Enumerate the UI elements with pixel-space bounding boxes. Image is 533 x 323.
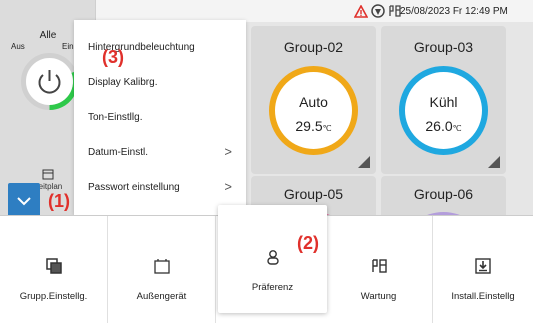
preference-icon <box>266 250 279 265</box>
tile-corner-icon <box>358 156 370 168</box>
nav-group-settings[interactable]: Grupp.Einstellg. <box>0 216 108 323</box>
nav-label: Präferenz <box>251 282 294 293</box>
group-status-ring: Auto 29.5℃ <box>269 66 358 155</box>
chevron-down-icon <box>17 196 31 205</box>
tile-corner-icon <box>488 156 500 168</box>
maintenance-icon <box>371 259 387 273</box>
chevron-right-icon: > <box>224 179 232 194</box>
annotation-1: (1) <box>48 191 70 211</box>
menu-toggle-button[interactable] <box>8 183 40 219</box>
group-name: Group-06 <box>413 186 474 202</box>
nav-label: Außengerät <box>136 291 187 302</box>
group-status-ring: Kühl 26.0℃ <box>399 66 488 155</box>
annotation-2: (2) <box>297 233 319 253</box>
status-icons <box>354 4 402 18</box>
menu-item-sound-settings[interactable]: Ton-Einstllg. <box>88 112 142 123</box>
menu-item-display-calibration[interactable]: Display Kalibrg. <box>88 77 157 88</box>
off-label: Aus <box>11 42 25 51</box>
nav-label: Install.Einstellg <box>451 291 515 302</box>
shield-icon[interactable] <box>371 4 385 18</box>
preference-menu: Hintergrundbeleuchtung Display Kalibrg. … <box>74 20 246 215</box>
warning-icon[interactable] <box>354 4 368 18</box>
on-label: Ein <box>62 42 74 51</box>
group-temperature: 29.5℃ <box>295 118 332 134</box>
install-settings-icon <box>475 258 491 274</box>
group-mode: Auto <box>299 94 328 110</box>
datetime: 25/08/2023 Fr 12:49 PM <box>400 6 508 17</box>
group-mode: Kühl <box>429 94 458 110</box>
nav-outdoor-unit[interactable]: Außengerät <box>108 216 216 323</box>
group-name: Group-02 <box>283 39 344 55</box>
nav-preference[interactable]: Präferenz <box>218 205 327 313</box>
nav-install-settings[interactable]: Install.Einstellg <box>433 216 533 323</box>
annotation-3: (3) <box>102 47 124 67</box>
outdoor-unit-icon <box>153 259 170 274</box>
chevron-right-icon: > <box>224 144 232 159</box>
nav-maintenance[interactable]: Wartung <box>325 216 433 323</box>
group-settings-icon <box>45 258 62 274</box>
calendar-icon <box>42 169 54 180</box>
nav-label: Wartung <box>360 291 397 302</box>
group-tile-03[interactable]: Group-03 Kühl 26.0℃ <box>381 26 506 174</box>
group-temperature: 26.0℃ <box>425 118 462 134</box>
group-name: Group-05 <box>283 186 344 202</box>
group-name: Group-03 <box>413 39 474 55</box>
menu-item-date-settings[interactable]: Datum-Einstl. <box>88 147 148 158</box>
nav-label: Grupp.Einstellg. <box>19 291 88 302</box>
group-tile-02[interactable]: Group-02 Auto 29.5℃ <box>251 26 376 174</box>
group-tile-06[interactable]: Group-06 <box>381 176 506 215</box>
menu-item-password-settings[interactable]: Passwort einstellung <box>88 182 180 193</box>
power-toggle[interactable] <box>19 51 80 112</box>
